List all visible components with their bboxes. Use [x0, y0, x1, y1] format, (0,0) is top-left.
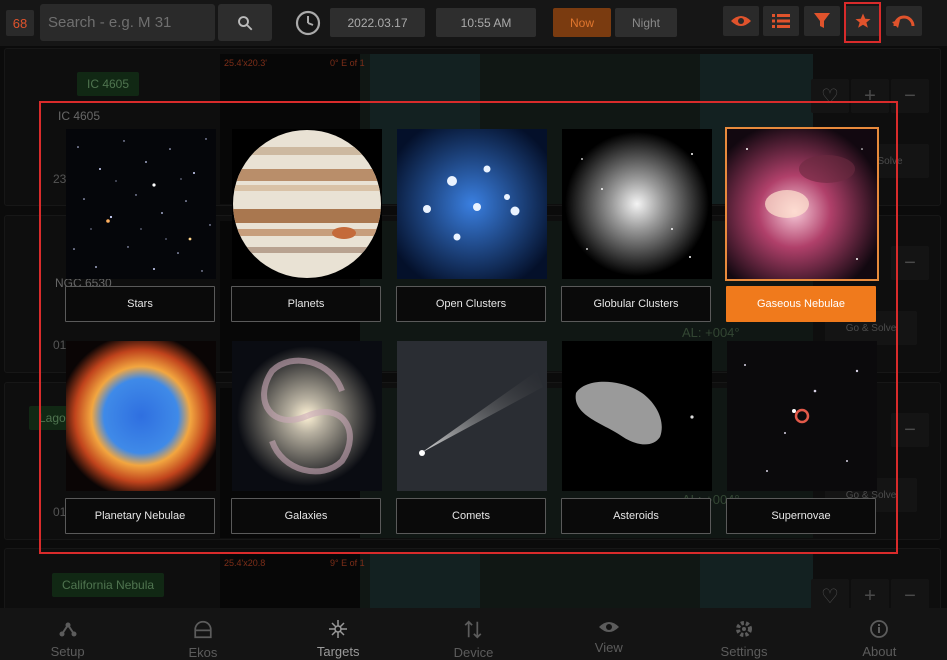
nav-ekos[interactable]: Ekos: [135, 608, 270, 660]
category-label: Galaxies: [231, 498, 381, 534]
date-field[interactable]: 2022.03.17: [330, 8, 425, 37]
whirlpool-galaxy-image: [232, 341, 382, 491]
asteroid-image: [562, 341, 712, 491]
app-window: 68 2022.03.17 10:55 AM Now Night IC 4605…: [0, 0, 947, 660]
visibility-button[interactable]: [723, 6, 759, 36]
orion-nebula-image: [725, 127, 879, 281]
setup-icon: [59, 622, 77, 637]
nav-view[interactable]: View: [541, 608, 676, 660]
device-icon: [465, 620, 482, 639]
reset-button[interactable]: [886, 6, 922, 36]
nav-label: Ekos: [188, 645, 218, 660]
targets-icon: [329, 620, 348, 638]
globular-cluster-image: [562, 129, 712, 279]
filter-button[interactable]: [804, 6, 840, 36]
nav-targets[interactable]: Targets: [271, 608, 406, 660]
search-button[interactable]: [218, 4, 272, 41]
clock-icon[interactable]: [294, 9, 322, 37]
category-label: Comets: [396, 498, 546, 534]
supernova-remnant-image: [727, 341, 877, 491]
nav-label: Settings: [720, 644, 768, 659]
category-label: Supernovae: [726, 498, 876, 534]
helix-nebula-image: [66, 341, 216, 491]
nav-settings[interactable]: Settings: [676, 608, 811, 660]
category-label: Globular Clusters: [561, 286, 711, 322]
top-toolbar: 68 2022.03.17 10:55 AM Now Night: [0, 0, 947, 46]
nav-label: About: [862, 644, 897, 659]
category-label: Stars: [65, 286, 215, 322]
stars-image: [66, 129, 216, 279]
nav-about[interactable]: About: [812, 608, 947, 660]
search-input[interactable]: [40, 4, 215, 41]
pleiades-image: [397, 129, 547, 279]
info-icon: [870, 620, 889, 638]
time-field[interactable]: 10:55 AM: [436, 8, 536, 37]
target-count-badge: 68: [6, 10, 34, 36]
comet-image: [397, 341, 547, 491]
nav-label: View: [594, 640, 623, 655]
category-label: Asteroids: [561, 498, 711, 534]
nav-label: Device: [453, 645, 494, 660]
category-label: Planets: [231, 286, 381, 322]
list-view-button[interactable]: [763, 6, 799, 36]
eye-icon: [598, 622, 619, 632]
bottom-nav: Setup Ekos Targets Device View Settings …: [0, 608, 947, 660]
undo-icon: [892, 15, 915, 28]
gear-icon: [736, 621, 753, 637]
favorites-highlight: [844, 2, 881, 43]
category-label: Gaseous Nebulae: [726, 286, 876, 322]
nav-device[interactable]: Device: [406, 608, 541, 660]
night-button[interactable]: Night: [615, 8, 677, 37]
jupiter-image: [232, 129, 382, 279]
category-label: Open Clusters: [396, 286, 546, 322]
eye-icon: [731, 16, 751, 26]
observatory-icon: [194, 620, 212, 639]
nav-setup[interactable]: Setup: [0, 608, 135, 660]
category-label: Planetary Nebulae: [65, 498, 215, 534]
list-icon: [772, 14, 790, 28]
nav-label: Targets: [316, 644, 360, 659]
search-icon: [238, 15, 253, 30]
now-button[interactable]: Now: [553, 8, 611, 37]
nav-label: Setup: [50, 644, 85, 659]
filter-icon: [814, 13, 830, 28]
